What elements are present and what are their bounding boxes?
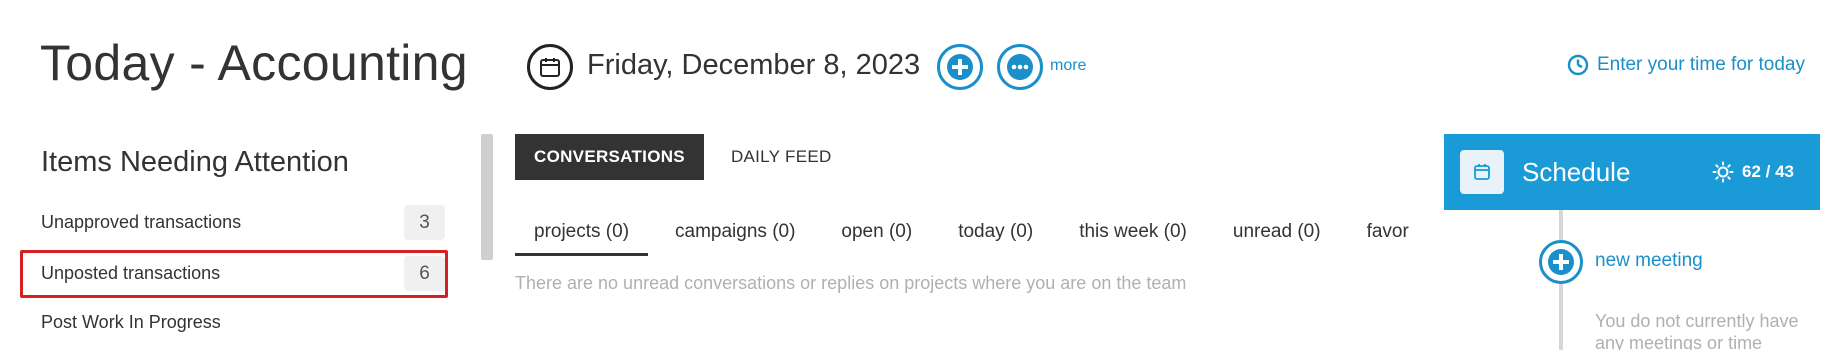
attention-scrollbar[interactable] [481,134,493,260]
tab-conversations[interactable]: CONVERSATIONS [515,134,704,180]
attention-item-label: Unapproved transactions [41,212,242,232]
subtab-unread[interactable]: unread (0) [1214,218,1340,256]
more-link[interactable]: more [1050,57,1086,75]
weather-temps: 62 / 43 [1742,162,1794,181]
clock-icon [1567,54,1589,76]
subtab-campaigns[interactable]: campaigns (0) [656,218,814,256]
attention-item-wip[interactable]: Post Work In Progress [41,312,445,333]
empty-conversations-message: There are no unread conversations or rep… [515,273,1187,293]
subtab-projects[interactable]: projects (0) [515,218,649,256]
new-meeting-button[interactable] [1539,240,1583,284]
current-date: Friday, December 8, 2023 [587,49,921,81]
subtab-open[interactable]: open (0) [822,218,931,256]
schedule-calendar-icon [1460,150,1504,194]
more-options-button[interactable] [997,44,1043,90]
schedule-title: Schedule [1522,156,1631,187]
new-meeting-link[interactable]: new meeting [1595,250,1703,272]
calendar-button[interactable] [527,44,573,90]
attention-item-unapproved[interactable]: Unapproved transactions 3 [41,205,445,240]
ellipsis-icon [1007,54,1033,80]
highlight-box [20,250,448,298]
attention-item-count: 3 [404,205,445,240]
plus-icon [947,54,973,80]
subtab-today[interactable]: today (0) [939,218,1052,256]
enter-time-label: Enter your time for today [1596,54,1805,75]
page-title: Today - Accounting [40,35,468,91]
enter-time-link[interactable]: Enter your time for today [1567,54,1805,76]
add-button[interactable] [937,44,983,90]
subtab-favorites[interactable]: favor [1348,218,1413,256]
plus-icon [1548,249,1574,275]
tab-daily-feed[interactable]: DAILY FEED [712,134,851,180]
schedule-header: Schedule 62 / 43 [1444,134,1820,210]
no-meetings-message: You do not currently have any meetings o… [1595,311,1799,350]
calendar-icon [540,58,560,77]
weather-summary: 62 / 43 [1712,161,1794,183]
attention-item-label: Post Work In Progress [41,312,221,332]
sun-icon [1712,161,1734,183]
subtab-this-week[interactable]: this week (0) [1060,218,1206,256]
conversation-filter-tabs: projects (0) campaigns (0) open (0) toda… [515,218,1413,256]
feed-tabs: CONVERSATIONS DAILY FEED [515,134,851,180]
attention-heading: Items Needing Attention [41,146,349,178]
